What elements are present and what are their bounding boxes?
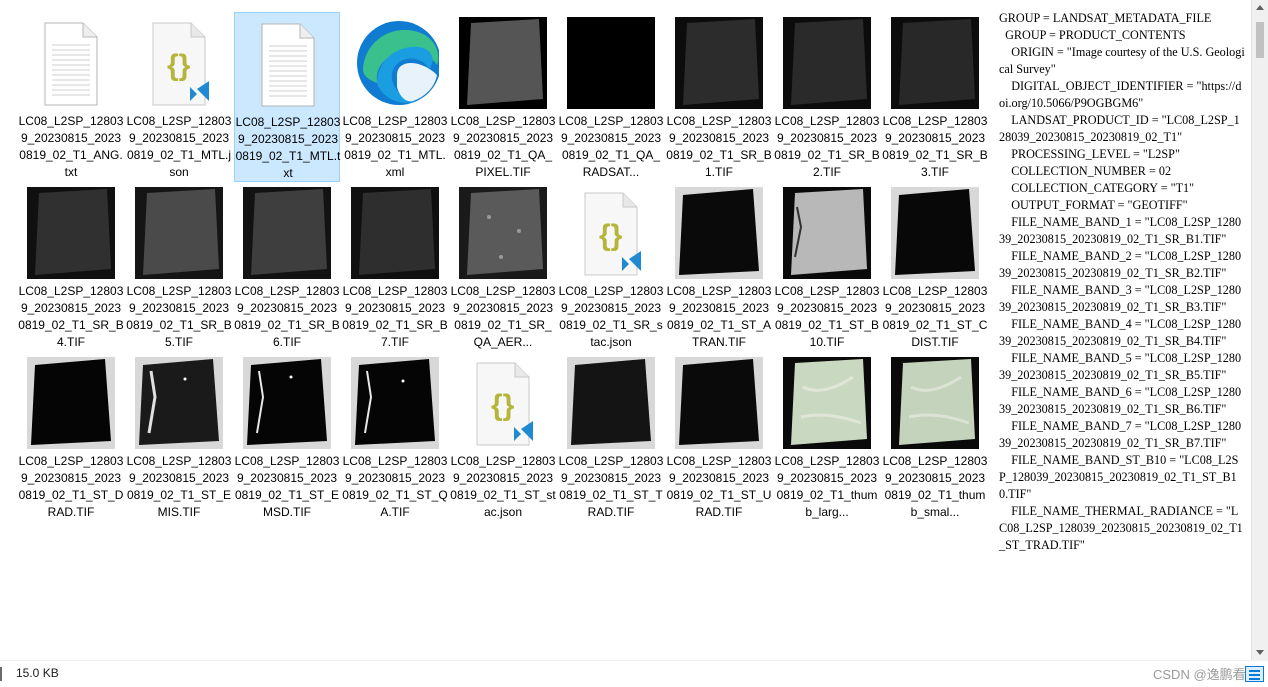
scroll-up-arrow-icon[interactable]	[1256, 5, 1264, 10]
status-bar: 15.0 KB CSDN @逸鹏看云	[0, 660, 1268, 687]
json-vscode-icon: {}	[567, 187, 655, 279]
tif-thumbnail-icon	[135, 357, 223, 449]
file-name: LC08_L2SP_128039_20230815_20230819_02_T1…	[126, 454, 232, 519]
file-item[interactable]: {} LC08_L2SP_128039_20230815_20230819_02…	[126, 12, 232, 182]
file-item[interactable]: LC08_L2SP_128039_20230815_20230819_02_T1…	[558, 352, 664, 522]
tif-thumbnail-icon	[27, 357, 115, 449]
tif-thumbnail-icon	[135, 187, 223, 279]
svg-text:{}: {}	[599, 219, 623, 252]
file-item[interactable]: LC08_L2SP_128039_20230815_20230819_02_T1…	[234, 12, 340, 182]
file-item[interactable]: LC08_L2SP_128039_20230815_20230819_02_T1…	[882, 352, 988, 522]
file-name: LC08_L2SP_128039_20230815_20230819_02_T1…	[666, 454, 772, 519]
list-lines-icon	[1249, 678, 1260, 680]
file-item[interactable]: LC08_L2SP_128039_20230815_20230819_02_T1…	[666, 182, 772, 352]
file-item[interactable]: LC08_L2SP_128039_20230815_20230819_02_T1…	[666, 352, 772, 522]
file-item[interactable]: LC08_L2SP_128039_20230815_20230819_02_T1…	[234, 352, 340, 522]
details-view-button[interactable]	[1245, 666, 1264, 682]
file-name: LC08_L2SP_128039_20230815_20230819_02_T1…	[774, 114, 880, 179]
tif-thumbnail-icon	[459, 17, 547, 109]
file-name: LC08_L2SP_128039_20230815_20230819_02_T1…	[450, 454, 556, 519]
file-item[interactable]: LC08_L2SP_128039_20230815_20230819_02_T1…	[774, 12, 880, 182]
jpeg-thumbnail-icon	[891, 357, 979, 449]
tif-thumbnail-icon	[675, 357, 763, 449]
file-name: LC08_L2SP_128039_20230815_20230819_02_T1…	[558, 284, 664, 349]
file-item[interactable]: LC08_L2SP_128039_20230815_20230819_02_T1…	[126, 352, 232, 522]
scrollbar-thumb[interactable]	[1256, 22, 1264, 58]
file-item[interactable]: LC08_L2SP_128039_20230815_20230819_02_T1…	[774, 182, 880, 352]
tif-thumbnail-icon	[783, 187, 871, 279]
file-name: LC08_L2SP_128039_20230815_20230819_02_T1…	[235, 115, 341, 180]
tif-thumbnail-icon	[891, 17, 979, 109]
scroll-down-arrow-icon[interactable]	[1256, 650, 1264, 655]
edge-browser-icon	[351, 17, 439, 109]
file-item[interactable]: LC08_L2SP_128039_20230815_20230819_02_T1…	[450, 182, 556, 352]
file-item[interactable]: LC08_L2SP_128039_20230815_20230819_02_T1…	[558, 12, 664, 182]
preview-text: GROUP = LANDSAT_METADATA_FILE GROUP = PR…	[999, 11, 1245, 552]
file-name: LC08_L2SP_128039_20230815_20230819_02_T1…	[774, 284, 880, 349]
file-item[interactable]: LC08_L2SP_128039_20230815_20230819_02_T1…	[666, 12, 772, 182]
file-item[interactable]: LC08_L2SP_128039_20230815_20230819_02_T1…	[126, 182, 232, 352]
tif-thumbnail-icon	[567, 357, 655, 449]
file-name: LC08_L2SP_128039_20230815_20230819_02_T1…	[882, 454, 988, 519]
file-name: LC08_L2SP_128039_20230815_20230819_02_T1…	[126, 114, 232, 179]
selection-size: 15.0 KB	[16, 666, 59, 680]
file-item[interactable]: LC08_L2SP_128039_20230815_20230819_02_T1…	[774, 352, 880, 522]
list-lines-icon	[1249, 670, 1260, 672]
file-item[interactable]: LC08_L2SP_128039_20230815_20230819_02_T1…	[882, 12, 988, 182]
file-name: LC08_L2SP_128039_20230815_20230819_02_T1…	[126, 284, 232, 349]
file-item[interactable]: LC08_L2SP_128039_20230815_20230819_02_T1…	[18, 182, 124, 352]
file-name: LC08_L2SP_128039_20230815_20230819_02_T1…	[234, 454, 340, 519]
file-name: LC08_L2SP_128039_20230815_20230819_02_T1…	[450, 284, 556, 349]
tif-thumbnail-icon	[243, 357, 331, 449]
file-name: LC08_L2SP_128039_20230815_20230819_02_T1…	[558, 114, 664, 179]
tif-thumbnail-icon	[27, 187, 115, 279]
file-item[interactable]: LC08_L2SP_128039_20230815_20230819_02_T1…	[342, 352, 448, 522]
file-item[interactable]: LC08_L2SP_128039_20230815_20230819_02_T1…	[18, 352, 124, 522]
file-item[interactable]: LC08_L2SP_128039_20230815_20230819_02_T1…	[234, 182, 340, 352]
file-item[interactable]: LC08_L2SP_128039_20230815_20230819_02_T1…	[18, 12, 124, 182]
file-name: LC08_L2SP_128039_20230815_20230819_02_T1…	[342, 284, 448, 349]
text-document-icon	[244, 18, 332, 110]
file-name: LC08_L2SP_128039_20230815_20230819_02_T1…	[666, 284, 772, 349]
jpeg-thumbnail-icon	[783, 357, 871, 449]
list-lines-icon	[1249, 674, 1260, 676]
file-name: LC08_L2SP_128039_20230815_20230819_02_T1…	[234, 284, 340, 349]
watermark: CSDN @逸鹏看云	[1153, 667, 1259, 682]
tif-thumbnail-icon	[891, 187, 979, 279]
status-divider	[0, 667, 6, 681]
file-name: LC08_L2SP_128039_20230815_20230819_02_T1…	[342, 114, 448, 179]
file-item[interactable]: LC08_L2SP_128039_20230815_20230819_02_T1…	[882, 182, 988, 352]
file-item[interactable]: LC08_L2SP_128039_20230815_20230819_02_T1…	[450, 12, 556, 182]
svg-text:{}: {}	[167, 49, 191, 82]
tif-thumbnail-icon	[351, 187, 439, 279]
tif-thumbnail-icon	[567, 17, 655, 109]
tif-thumbnail-icon	[351, 357, 439, 449]
file-name: LC08_L2SP_128039_20230815_20230819_02_T1…	[558, 454, 664, 519]
file-grid: LC08_L2SP_128039_20230815_20230819_02_T1…	[18, 12, 988, 658]
file-item[interactable]: {} LC08_L2SP_128039_20230815_20230819_02…	[450, 352, 556, 522]
preview-scrollbar[interactable]	[1251, 0, 1268, 660]
tif-thumbnail-icon	[675, 17, 763, 109]
json-vscode-icon: {}	[135, 17, 223, 109]
file-name: LC08_L2SP_128039_20230815_20230819_02_T1…	[18, 454, 124, 519]
file-item[interactable]: {} LC08_L2SP_128039_20230815_20230819_02…	[558, 182, 664, 352]
file-item[interactable]: LC08_L2SP_128039_20230815_20230819_02_T1…	[342, 182, 448, 352]
svg-text:{}: {}	[491, 389, 515, 422]
text-document-icon	[27, 17, 115, 109]
file-name: LC08_L2SP_128039_20230815_20230819_02_T1…	[882, 284, 988, 349]
file-name: LC08_L2SP_128039_20230815_20230819_02_T1…	[882, 114, 988, 179]
tif-thumbnail-icon	[243, 187, 331, 279]
tif-thumbnail-icon	[783, 17, 871, 109]
json-vscode-icon: {}	[459, 357, 547, 449]
preview-pane[interactable]: GROUP = LANDSAT_METADATA_FILE GROUP = PR…	[993, 0, 1251, 660]
file-name: LC08_L2SP_128039_20230815_20230819_02_T1…	[450, 114, 556, 179]
tif-thumbnail-icon	[675, 187, 763, 279]
file-name: LC08_L2SP_128039_20230815_20230819_02_T1…	[18, 114, 124, 179]
file-name: LC08_L2SP_128039_20230815_20230819_02_T1…	[774, 454, 880, 519]
tif-thumbnail-icon	[459, 187, 547, 279]
file-name: LC08_L2SP_128039_20230815_20230819_02_T1…	[342, 454, 448, 519]
file-item[interactable]: LC08_L2SP_128039_20230815_20230819_02_T1…	[342, 12, 448, 182]
file-name: LC08_L2SP_128039_20230815_20230819_02_T1…	[666, 114, 772, 179]
file-name: LC08_L2SP_128039_20230815_20230819_02_T1…	[18, 284, 124, 349]
